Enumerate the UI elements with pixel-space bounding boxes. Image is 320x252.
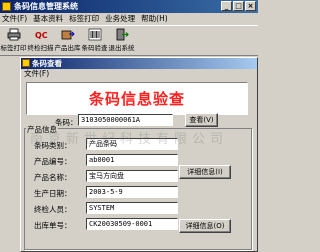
printer-icon [7,28,20,41]
toolbar-outbound-button[interactable]: 产品出库 [54,26,81,55]
maximize-button[interactable]: □ [233,1,244,11]
menu-basic-data[interactable]: 基本资料 [33,13,63,24]
menu-file[interactable]: 文件(F) [2,13,27,24]
minimize-button[interactable]: _ [221,1,232,11]
category-field[interactable]: 产品条码 [86,138,178,150]
product-no-field[interactable]: ab0001 [86,154,178,166]
toolbar-exit-button[interactable]: 退出系统 [108,26,135,55]
app-icon [2,2,11,11]
field-label-production-date: 生产日期： [34,189,72,198]
dialog-titlebar: 条码查看 [21,58,257,69]
field-label-category: 条码类别： [34,141,72,150]
barcode-label: 条码： [55,118,78,127]
barcode-check-icon [88,28,101,41]
dialog-icon [22,59,30,67]
product-name-field[interactable]: 宝马方向盘 [86,170,178,182]
production-date-field[interactable]: 2003-5-9 [86,186,178,198]
window-titlebar: 条码信息管理系统 _ □ × [0,0,258,13]
menu-business[interactable]: 业务处理 [105,13,135,24]
exit-icon [116,28,129,41]
dialog-title: 条码查看 [32,59,62,68]
barcode-view-dialog: 条码查看 文件(F) 条码信息验查 条码： 3103050000061A 查看(… [20,57,258,252]
field-label-product-no: 产品编号： [34,157,72,166]
window-title: 条码信息管理系统 [14,2,78,11]
qc-icon: QC [35,31,48,40]
field-label-inspector: 终检人员： [34,205,72,214]
outbound-icon [61,30,75,40]
toolbar-label: 条码验查 [81,44,108,52]
product-info-title: 产品信息 [26,124,58,135]
toolbar-barcode-check-button[interactable]: 条码验查 [81,26,108,55]
toolbar-final-scan-button[interactable]: QC 终检扫描 [27,26,54,55]
toolbar-label: 标签打印 [0,44,27,52]
menu-help[interactable]: 帮助(H) [141,13,168,24]
toolbar: 标签打印 QC 终检扫描 产品出库 条码验查 退出系统 [0,25,258,56]
toolbar-label: 产品出库 [54,44,81,52]
detail-info-button-i[interactable]: 详细信息(I) [179,165,231,179]
menubar: 文件(F) 基本资料 标签打印 业务处理 帮助(H) [0,13,258,24]
detail-info-button-o[interactable]: 详细信息(O) [179,219,231,233]
close-button[interactable]: × [245,1,256,11]
barcode-input[interactable]: 3103050000061A [78,114,173,126]
inspector-field[interactable]: SYSTEM [86,202,178,214]
field-label-outbound-no: 出库单号： [34,221,72,230]
dialog-menubar: 文件(F) [21,69,257,79]
menu-label-print[interactable]: 标签打印 [69,13,99,24]
toolbar-label: 退出系统 [108,44,135,52]
view-button[interactable]: 查看(V) [185,113,218,127]
banner-title: 条码信息验查 [26,82,248,115]
dialog-menu-file[interactable]: 文件(F) [24,69,49,78]
toolbar-label: 终检扫描 [27,44,54,52]
field-label-product-name: 产品名称： [34,173,72,182]
outbound-no-field[interactable]: CK20030509-0001 [86,218,178,230]
toolbar-label-print-button[interactable]: 标签打印 [0,26,27,55]
svg-text:QC: QC [35,31,48,40]
